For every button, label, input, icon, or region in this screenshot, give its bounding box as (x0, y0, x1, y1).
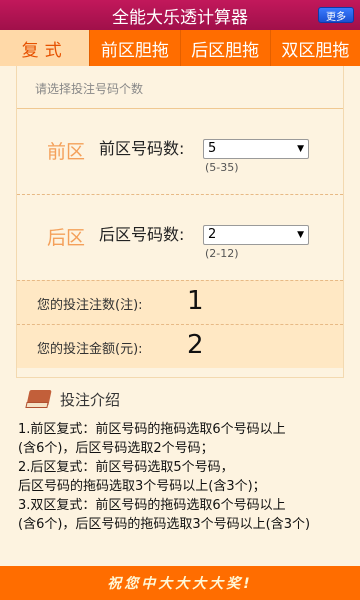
more-button[interactable]: 更多 (318, 7, 354, 23)
front-zone-label: 前区 (47, 141, 86, 163)
bet-amount-value: 2 (187, 330, 204, 360)
intro-line: (含6个)，后区号码选取2个号码； (18, 441, 214, 456)
back-count-select[interactable]: 2 ▼ (203, 225, 309, 245)
tab-back-dantuo[interactable]: 后区胆拖 (181, 30, 271, 66)
bet-count-label: 您的投注注数(注): (37, 298, 143, 313)
intro-line: 1.前区复式：前区号码的拖码选取6个号码以上 (18, 422, 286, 437)
intro-line: 3.双区复式：前区号码的拖码选取6个号码以上 (18, 498, 286, 513)
bet-count-row: 您的投注注数(注): 1 (17, 280, 343, 324)
back-zone-label: 后区 (47, 227, 86, 249)
intro-line: 2.后区复式：前区号码选取5个号码， (18, 460, 234, 475)
tab-bar: 复式 前区胆拖 后区胆拖 双区胆拖 (0, 30, 360, 76)
front-count-label: 前区号码数: (99, 139, 185, 158)
front-count-select[interactable]: 5 ▼ (203, 139, 309, 159)
bet-count-value: 1 (187, 286, 204, 316)
tab-front-dantuo[interactable]: 前区胆拖 (90, 30, 181, 66)
intro-text: 1.前区复式：前区号码的拖码选取6个号码以上 (含6个)，后区号码选取2个号码；… (18, 420, 348, 534)
back-count-label: 后区号码数: (99, 225, 185, 244)
back-count-value: 2 (208, 227, 217, 242)
book-icon (24, 388, 52, 410)
intro-title: 投注介绍 (60, 390, 121, 409)
bet-amount-row: 您的投注金额(元): 2 (17, 324, 343, 368)
calc-panel: 请选择投注号码个数 前区 前区号码数: 5 ▼ (5-35) 后区 后区号码数:… (16, 66, 344, 378)
bet-amount-label: 您的投注金额(元): (37, 342, 143, 357)
tab-double-dantuo[interactable]: 双区胆拖 (271, 30, 360, 66)
front-zone-section: 前区 前区号码数: 5 ▼ (5-35) (17, 108, 343, 196)
back-range-hint: (2-12) (205, 247, 239, 260)
front-count-value: 5 (208, 141, 217, 156)
tab-fushi[interactable]: 复式 (0, 30, 91, 76)
intro-line: (含6个)，后区号码的拖码选取3个号码以上(含3个) (18, 517, 311, 532)
back-zone-section: 后区 后区号码数: 2 ▼ (2-12) (17, 194, 343, 282)
front-range-hint: (5-35) (205, 161, 239, 174)
good-luck-banner: 祝您中大大大大奖! (0, 566, 360, 600)
dropdown-arrow-icon: ▼ (297, 144, 304, 154)
intro-header: 投注介绍 (24, 388, 120, 410)
dropdown-arrow-icon: ▼ (297, 230, 304, 240)
intro-line: 后区号码的拖码选取3个号码以上(含3个)； (18, 479, 266, 494)
title-bar: 全能大乐透计算器 更多 (0, 0, 360, 30)
select-prompt: 请选择投注号码个数 (35, 82, 144, 96)
app-title: 全能大乐透计算器 (112, 7, 248, 28)
